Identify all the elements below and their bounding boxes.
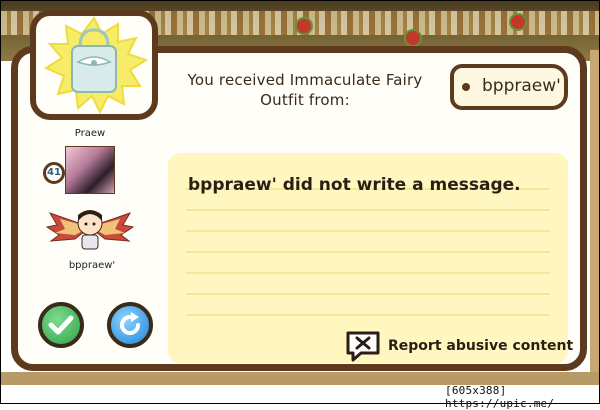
sender-level-badge: 41 — [43, 162, 65, 184]
tag-hole-icon — [462, 83, 470, 91]
accept-button[interactable] — [38, 302, 84, 348]
received-item-text: You received Immaculate Fairy Outfit fro… — [187, 71, 423, 109]
checkmark-icon — [48, 315, 74, 335]
report-label: Report abusive content — [388, 338, 574, 354]
note-line — [186, 209, 550, 211]
sender-tag-label: bppraew' — [482, 76, 561, 96]
report-abuse-link[interactable]: Report abusive content — [345, 330, 573, 362]
gift-item-frame — [30, 10, 158, 120]
reply-button[interactable] — [107, 302, 153, 348]
receiver-avatar[interactable] — [45, 205, 135, 255]
fairy-outfit-bag-icon — [71, 28, 117, 93]
report-bubble-icon — [346, 331, 380, 362]
flower-decoration — [297, 19, 311, 33]
note-line — [186, 272, 550, 274]
note-line — [186, 251, 550, 253]
refresh-icon — [120, 312, 140, 335]
image-host-watermark: [605x388] https://upic.me/ — [445, 384, 555, 410]
sender-name-tag: bppraew' — [450, 64, 568, 110]
note-line — [186, 230, 550, 232]
flower-decoration — [406, 31, 420, 45]
sender-profile-photo[interactable] — [65, 146, 115, 194]
note-line — [186, 314, 550, 316]
background-wall — [590, 50, 599, 380]
sender-name: Praew — [74, 128, 106, 139]
flower-decoration — [511, 15, 525, 29]
message-text: bppraew' did not write a message. — [188, 175, 521, 195]
receiver-name: bppraew' — [68, 260, 116, 271]
note-line — [186, 293, 550, 295]
